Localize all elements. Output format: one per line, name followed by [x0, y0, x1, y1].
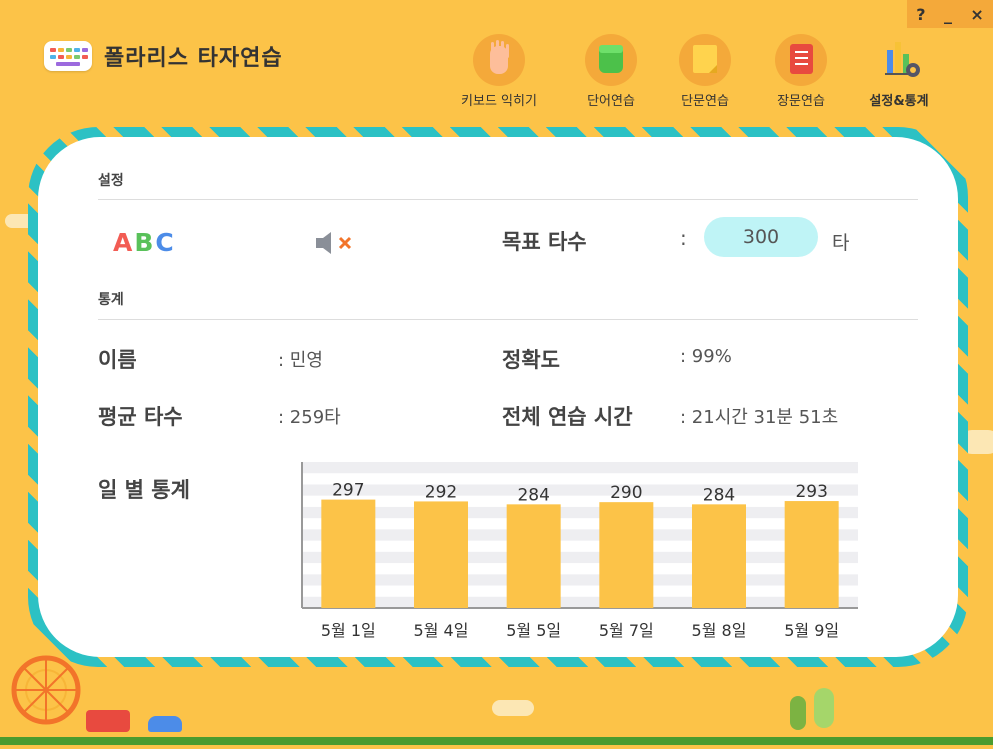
chart-bar [784, 501, 839, 608]
target-speed-input[interactable]: 300 [704, 217, 818, 257]
close-button[interactable]: × [970, 5, 983, 24]
nav-label: 설정&통계 [869, 94, 929, 109]
x-tick-label: 5월 7일 [599, 621, 654, 640]
stats-section-title: 통계 [98, 292, 124, 308]
grid-stripe [302, 484, 858, 496]
name-value: : 민영 [278, 350, 323, 371]
mute-icon[interactable] [314, 230, 362, 260]
chart-bar [414, 501, 468, 608]
hand-icon [473, 34, 525, 86]
font-sample-b: B [134, 228, 156, 257]
x-tick-label: 5월 1일 [321, 621, 376, 640]
grid-stripe [302, 551, 858, 564]
bar-value-label: 292 [425, 482, 457, 502]
nav-long-sentence[interactable]: 장문연습 [756, 34, 846, 109]
accuracy-value: : 99% [680, 346, 732, 367]
chart-bar [599, 502, 654, 608]
font-sample-c: C [155, 228, 176, 257]
chart-svg: 297 5월 1일 292 5월 4일 284 5월 5일 290 5월 7일 284 5월 8일… [301, 462, 858, 640]
bar-value-label: 293 [795, 482, 827, 502]
accuracy-label: 정확도 [502, 348, 560, 372]
window-controls: ? _ × [907, 0, 993, 28]
avg-speed-label: 평균 타수 [98, 405, 183, 429]
app-title: 폴라리스 타자연습 [104, 46, 283, 71]
nav-label: 장문연습 [777, 94, 825, 109]
minimize-button[interactable]: _ [944, 5, 952, 24]
ground [0, 737, 993, 745]
bar-value-label: 284 [703, 485, 735, 505]
bar-value-label: 290 [610, 483, 642, 503]
settings-section-title: 설정 [98, 173, 124, 189]
chart-bar [692, 504, 746, 608]
total-time-label: 전체 연습 시간 [502, 405, 633, 429]
bar-value-label: 284 [517, 485, 549, 505]
grid-stripe [302, 574, 858, 586]
tree-icon [814, 688, 834, 728]
font-sample-button[interactable]: ABC [113, 228, 176, 257]
help-button[interactable]: ? [916, 5, 925, 24]
divider [98, 319, 918, 320]
daily-stats-chart: 297 5월 1일 292 5월 4일 284 5월 5일 290 5월 7일 284 5월 8일… [300, 462, 860, 656]
grid-stripe [302, 506, 858, 519]
grid-stripe [302, 462, 858, 474]
notebook-icon [775, 34, 827, 86]
bar-value-label: 297 [332, 481, 364, 501]
avg-speed-value: : 259타 [278, 407, 341, 428]
x-tick-label: 5월 4일 [414, 621, 469, 640]
app-logo: 폴라리스 타자연습 [44, 40, 283, 72]
green-block-icon [585, 34, 637, 86]
nav-label: 키보드 익히기 [461, 94, 537, 109]
tree-icon [790, 696, 806, 730]
name-label: 이름 [98, 348, 137, 372]
sticky-note-icon [679, 34, 731, 86]
car-icon [148, 716, 182, 732]
grid-stripe [302, 529, 858, 541]
x-tick-label: 5월 8일 [692, 621, 747, 640]
colon: : [680, 226, 687, 250]
nav-keyboard[interactable]: 키보드 익히기 [454, 34, 544, 109]
ferris-wheel-icon [8, 650, 88, 749]
nav-short-sentence[interactable]: 단문연습 [660, 34, 750, 109]
total-time-value: : 21시간 31분 51초 [680, 407, 839, 428]
keyboard-logo-icon [44, 41, 92, 71]
grid-stripe [302, 596, 858, 608]
cloud-decoration [492, 700, 534, 716]
target-speed-label: 목표 타수 [502, 230, 587, 254]
nav-label: 단어연습 [587, 94, 635, 109]
font-sample-a: A [113, 228, 135, 257]
nav-settings-stats[interactable]: 설정&통계 [854, 34, 944, 109]
chart-gear-icon [873, 34, 925, 86]
chart-bar [321, 499, 376, 608]
x-tick-label: 5월 5일 [506, 621, 561, 640]
bus-icon [86, 710, 130, 732]
daily-stats-label: 일 별 통계 [98, 478, 190, 502]
nav-label: 단문연습 [681, 94, 729, 109]
divider [98, 199, 918, 200]
target-speed-unit: 타 [832, 232, 850, 254]
x-tick-label: 5월 9일 [784, 621, 839, 640]
nav-word[interactable]: 단어연습 [566, 34, 656, 109]
chart-bar [506, 504, 561, 608]
